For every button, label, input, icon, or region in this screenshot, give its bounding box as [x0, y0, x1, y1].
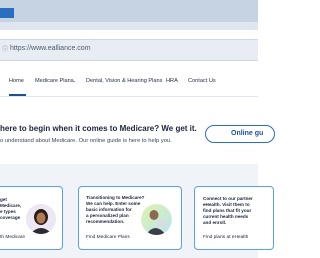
browser-tab-strip [0, 0, 258, 22]
banner-title: here to begin when it comes to Medicare?… [0, 124, 197, 133]
card-2-line: recommendation. [86, 219, 125, 224]
chevron-down-icon[interactable]: ⌄ [72, 78, 76, 84]
banner-subtitle: o understand about Medicare. Our online … [0, 138, 172, 144]
avatar [141, 204, 172, 235]
avatar [26, 204, 56, 234]
card-2-link[interactable]: Find Medicare Plans [86, 235, 130, 240]
nav-item-dental-vision-hearing[interactable]: Dental, Vision & Hearing Plans [86, 78, 162, 84]
card-1-line: coverage [0, 215, 21, 220]
site-info-icon[interactable]: ⓘ [2, 47, 8, 53]
nav-item-home[interactable]: Home [9, 78, 24, 84]
online-guide-button-label[interactable]: Online gu [231, 130, 263, 137]
card-1-link[interactable]: th Medicare [0, 235, 25, 240]
card-3-link[interactable]: Find plans at eHealth [203, 235, 248, 240]
address-url[interactable]: https://www.ealliance.com [10, 45, 91, 52]
nav-item-medicare-plans[interactable]: Medicare Plans [35, 78, 74, 84]
nav-active-indicator [9, 94, 26, 96]
nav-item-contact-us[interactable]: Contact Us [188, 78, 216, 84]
browser-tab-indicator[interactable] [0, 8, 14, 18]
card-3-line: and enroll. [203, 220, 227, 225]
nav-item-hra[interactable]: HRA [166, 78, 178, 84]
